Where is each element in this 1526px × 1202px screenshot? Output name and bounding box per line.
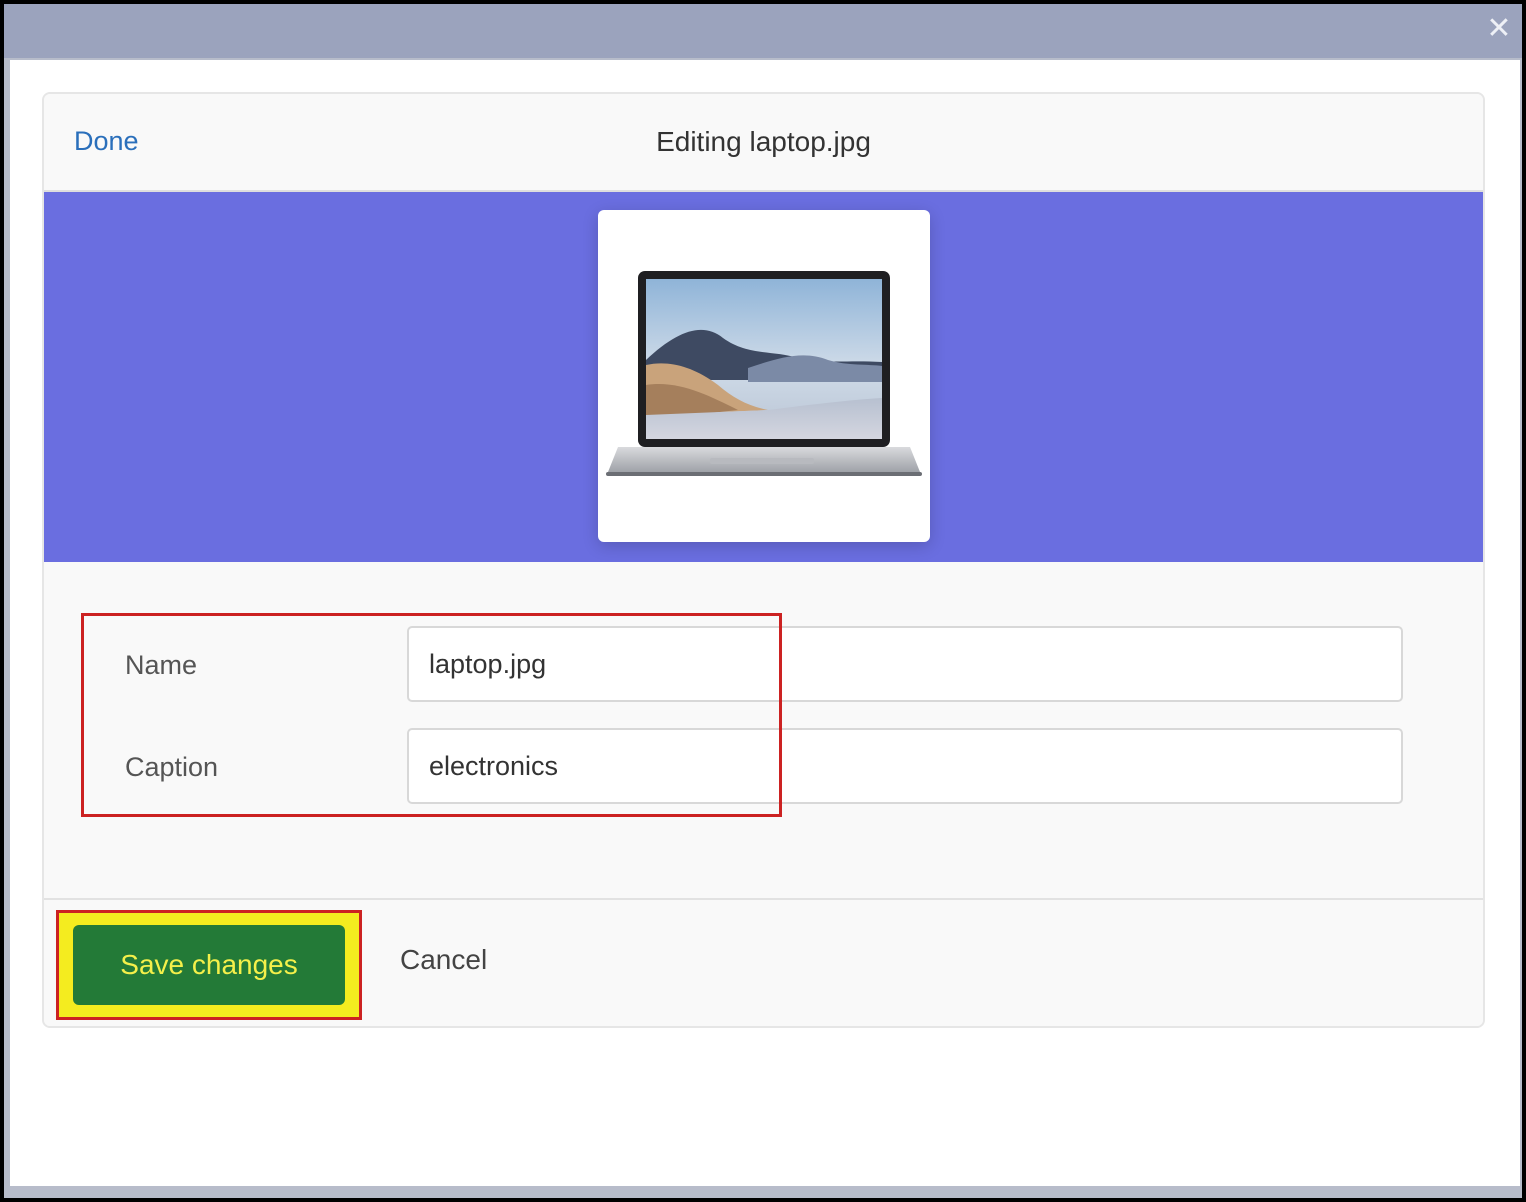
image-preview-area <box>44 192 1483 562</box>
save-button[interactable]: Save changes <box>73 925 345 1005</box>
modal-window: ✕ Done Editing laptop.jpg Name laptop.jp… <box>4 4 1522 1198</box>
image-thumbnail[interactable] <box>598 210 930 542</box>
laptop-image <box>606 271 922 476</box>
edit-image-card: Done Editing laptop.jpg Name laptop.jpg … <box>42 92 1485 1028</box>
dialog-body: Done Editing laptop.jpg Name laptop.jpg … <box>10 60 1520 1186</box>
modal-topbar: ✕ <box>4 4 1522 58</box>
annotation-highlight-save: Save changes <box>56 910 362 1020</box>
name-input[interactable] <box>407 626 1403 702</box>
page-title: Editing laptop.jpg <box>656 126 871 157</box>
name-label: Name <box>125 650 198 680</box>
image-details-form: Name Caption <box>44 562 1483 900</box>
caption-input[interactable] <box>407 728 1403 804</box>
caption-label: Caption <box>125 752 219 782</box>
card-footer: Save changes Cancel <box>44 900 1483 1026</box>
cancel-button[interactable]: Cancel <box>400 944 487 976</box>
close-icon[interactable]: ✕ <box>1484 14 1514 44</box>
card-header: Done Editing laptop.jpg <box>44 94 1483 192</box>
